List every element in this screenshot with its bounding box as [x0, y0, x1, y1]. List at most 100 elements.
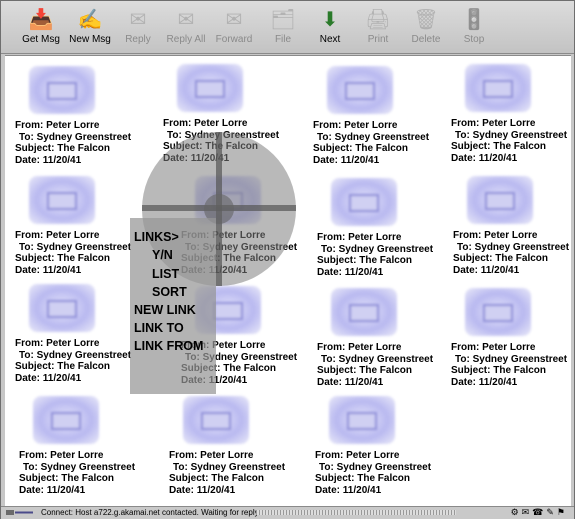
- message-item[interactable]: From: Peter Lorre To: Sydney Greenstreet…: [315, 396, 455, 506]
- message-item[interactable]: From: Peter Lorre To: Sydney Greenstreet…: [451, 64, 571, 174]
- file-label: File: [274, 34, 292, 45]
- message-subject: Subject: The Falcon: [453, 253, 549, 264]
- message-item[interactable]: From: Peter Lorre To: Sydney Greenstreet…: [15, 66, 155, 176]
- envelope-icon: [29, 66, 95, 114]
- connection-icon: [6, 510, 33, 515]
- next-icon: ⬇: [321, 9, 339, 31]
- message-to: To: Sydney Greenstreet: [321, 353, 434, 365]
- message-item[interactable]: From: Peter Lorre To: Sydney Greenstreet…: [19, 396, 159, 506]
- message-from: From: Peter Lorre: [317, 342, 402, 353]
- message-from: From: Peter Lorre: [451, 342, 536, 353]
- stop-label: Stop: [463, 34, 485, 45]
- reply-icon: ✉: [129, 9, 147, 31]
- get-msg-button[interactable]: 📥 Get Msg: [19, 7, 63, 51]
- message-date: Date: 11/20/41: [15, 372, 82, 384]
- message-from: From: Peter Lorre: [315, 450, 400, 461]
- status-bar: Connect: Host a722.g.akamai.net contacte…: [1, 506, 574, 519]
- print-button[interactable]: 🖨 Print: [361, 7, 395, 51]
- message-from: From: Peter Lorre: [15, 230, 100, 241]
- message-to: To: Sydney Greenstreet: [173, 461, 286, 473]
- reply-all-button[interactable]: ✉ Reply All: [161, 7, 211, 51]
- menu-item-link-to[interactable]: LINK TO: [134, 321, 184, 335]
- message-to: To: Sydney Greenstreet: [455, 129, 568, 141]
- reply-label: Reply: [125, 34, 151, 45]
- message-date: Date: 11/20/41: [453, 264, 520, 276]
- message-subject: Subject: The Falcon: [19, 473, 115, 484]
- message-subject: Subject: The Falcon: [317, 365, 413, 376]
- envelope-icon: [183, 396, 249, 444]
- envelope-icon: [29, 284, 95, 332]
- links-menu: LINKS> Y/N LIST SORT NEW LINK LINK TO LI…: [130, 218, 216, 394]
- stop-button[interactable]: 🚦 Stop: [459, 7, 489, 51]
- message-date: Date: 11/20/41: [169, 484, 236, 496]
- next-label: Next: [319, 34, 341, 45]
- get-mail-icon: 📥: [28, 9, 54, 31]
- envelope-icon: [33, 396, 99, 444]
- envelope-icon: [465, 64, 531, 112]
- print-icon: 🖨: [365, 9, 391, 31]
- message-subject: Subject: The Falcon: [451, 141, 547, 152]
- message-subject: Subject: The Falcon: [15, 253, 111, 264]
- message-to: To: Sydney Greenstreet: [19, 131, 132, 143]
- message-subject: Subject: The Falcon: [315, 473, 411, 484]
- message-from: From: Peter Lorre: [451, 118, 536, 129]
- delete-button[interactable]: 🗑 Delete: [407, 7, 445, 51]
- print-label: Print: [367, 34, 389, 45]
- message-date: Date: 11/20/41: [19, 484, 86, 496]
- file-button[interactable]: 🗂 File: [265, 7, 301, 51]
- forward-button[interactable]: ✉ Forward: [211, 7, 257, 51]
- menu-item-list[interactable]: LIST: [152, 267, 179, 281]
- message-subject: Subject: The Falcon: [451, 365, 547, 376]
- progress-stripe: [256, 510, 456, 515]
- message-date: Date: 11/20/41: [451, 376, 518, 388]
- message-to: To: Sydney Greenstreet: [23, 461, 136, 473]
- message-subject: Subject: The Falcon: [313, 143, 409, 154]
- message-date: Date: 11/20/41: [317, 376, 384, 388]
- new-msg-label: New Msg: [69, 34, 111, 45]
- file-icon: 🗂: [270, 9, 296, 31]
- message-subject: Subject: The Falcon: [15, 143, 111, 154]
- message-from: From: Peter Lorre: [15, 338, 100, 349]
- status-text: Connect: Host a722.g.akamai.net contacte…: [41, 508, 265, 517]
- message-item[interactable]: From: Peter Lorre To: Sydney Greenstreet…: [169, 396, 309, 506]
- message-from: From: Peter Lorre: [163, 118, 248, 129]
- message-from: From: Peter Lorre: [313, 120, 398, 131]
- envelope-icon: [177, 64, 243, 112]
- delete-label: Delete: [411, 34, 441, 45]
- menu-item-link-from[interactable]: LINK FROM: [134, 339, 203, 353]
- message-item[interactable]: From: Peter Lorre To: Sydney Greenstreet…: [317, 178, 457, 288]
- reply-all-label: Reply All: [166, 34, 206, 45]
- message-item[interactable]: From: Peter Lorre To: Sydney Greenstreet…: [313, 66, 453, 176]
- menu-item-new-link[interactable]: NEW LINK: [134, 303, 196, 317]
- message-date: Date: 11/20/41: [313, 154, 380, 166]
- message-date: Date: 11/20/41: [15, 264, 82, 276]
- message-from: From: Peter Lorre: [453, 230, 538, 241]
- menu-item-yes-no[interactable]: Y/N: [152, 248, 173, 262]
- envelope-icon: [29, 176, 95, 224]
- reply-all-icon: ✉: [177, 9, 195, 31]
- message-from: From: Peter Lorre: [317, 232, 402, 243]
- message-subject: Subject: The Falcon: [317, 255, 413, 266]
- message-item[interactable]: From: Peter Lorre To: Sydney Greenstreet…: [453, 176, 571, 286]
- next-button[interactable]: ⬇ Next: [313, 7, 347, 51]
- menu-item-sort[interactable]: SORT: [152, 285, 187, 299]
- message-date: Date: 11/20/41: [317, 266, 384, 278]
- envelope-icon: [331, 178, 397, 226]
- message-date: Date: 11/20/41: [315, 484, 382, 496]
- reply-button[interactable]: ✉ Reply: [119, 7, 157, 51]
- new-msg-button[interactable]: ✍ New Msg: [67, 7, 113, 51]
- component-bar[interactable]: ⚙✉☎✎⚑: [511, 507, 568, 518]
- envelope-icon: [327, 66, 393, 114]
- message-subject: Subject: The Falcon: [15, 361, 111, 372]
- message-item[interactable]: From: Peter Lorre To: Sydney Greenstreet…: [451, 288, 571, 398]
- message-to: To: Sydney Greenstreet: [19, 349, 132, 361]
- stop-icon: 🚦: [461, 9, 487, 31]
- message-to: To: Sydney Greenstreet: [317, 131, 430, 143]
- message-date: Date: 11/20/41: [15, 154, 82, 166]
- envelope-icon: [331, 288, 397, 336]
- delete-icon: 🗑: [413, 9, 439, 31]
- menu-item-links[interactable]: LINKS>: [134, 230, 179, 244]
- message-item[interactable]: From: Peter Lorre To: Sydney Greenstreet…: [317, 288, 457, 398]
- mail-window: 📥 Get Msg ✍ New Msg ✉ Reply ✉ Reply All …: [0, 0, 575, 519]
- envelope-icon: [465, 288, 531, 336]
